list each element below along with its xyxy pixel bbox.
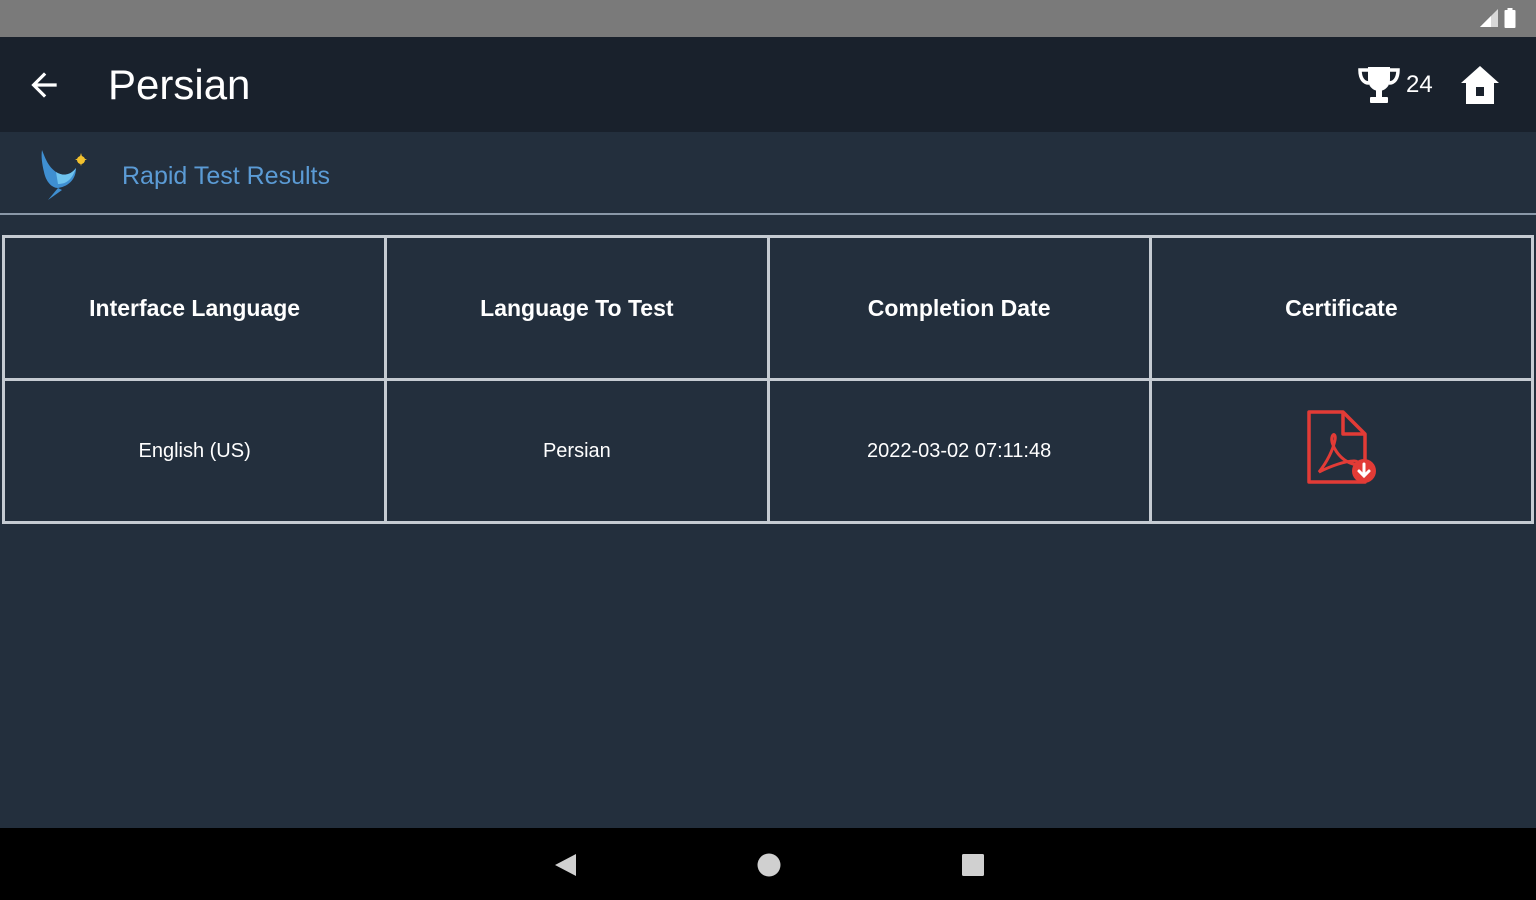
battery-icon <box>1504 8 1516 28</box>
pdf-download-icon <box>1307 410 1377 484</box>
nav-back-button[interactable] <box>550 850 580 880</box>
section-title: Rapid Test Results <box>122 162 330 190</box>
nav-back-icon <box>555 854 576 876</box>
section-divider <box>0 213 1536 215</box>
page-title: Persian <box>108 61 251 108</box>
header-interface-language: Interface Language <box>1 235 388 381</box>
header-certificate: Certificate <box>1148 235 1535 381</box>
cell-interface-language: English (US) <box>1 378 388 524</box>
nav-home-icon <box>757 853 781 877</box>
nav-recents-icon <box>962 854 984 876</box>
header-completion-date: Completion Date <box>766 235 1152 381</box>
status-bar <box>0 0 1536 37</box>
cell-language-to-test: Persian <box>384 378 770 524</box>
certificate-download-button[interactable] <box>1301 408 1381 488</box>
table-header-row: Interface Language Language To Test Comp… <box>1 235 1535 381</box>
status-icons <box>1480 8 1516 28</box>
signal-icon <box>1480 9 1498 27</box>
app-bar: Persian 24 <box>0 37 1536 132</box>
header-language-to-test: Language To Test <box>384 235 770 381</box>
home-icon <box>1461 66 1499 104</box>
results-table: Interface Language Language To Test Comp… <box>1 235 1535 524</box>
bird-logo-icon <box>41 150 87 200</box>
arrow-left-icon <box>31 72 57 98</box>
trophy-button[interactable]: 24 <box>1356 61 1433 109</box>
back-button[interactable] <box>22 63 66 107</box>
section-header: Rapid Test Results <box>0 132 1536 214</box>
nav-home-button[interactable] <box>754 850 784 880</box>
system-nav-bar <box>0 828 1536 900</box>
nav-recents-button[interactable] <box>958 850 988 880</box>
cell-certificate <box>1148 378 1535 524</box>
home-button[interactable] <box>1454 61 1506 109</box>
trophy-count: 24 <box>1406 71 1433 98</box>
cell-completion-date: 2022-03-02 07:11:48 <box>766 378 1152 524</box>
trophy-icon <box>1358 67 1400 103</box>
table-row: English (US) Persian 2022-03-02 07:11:48 <box>1 378 1535 524</box>
